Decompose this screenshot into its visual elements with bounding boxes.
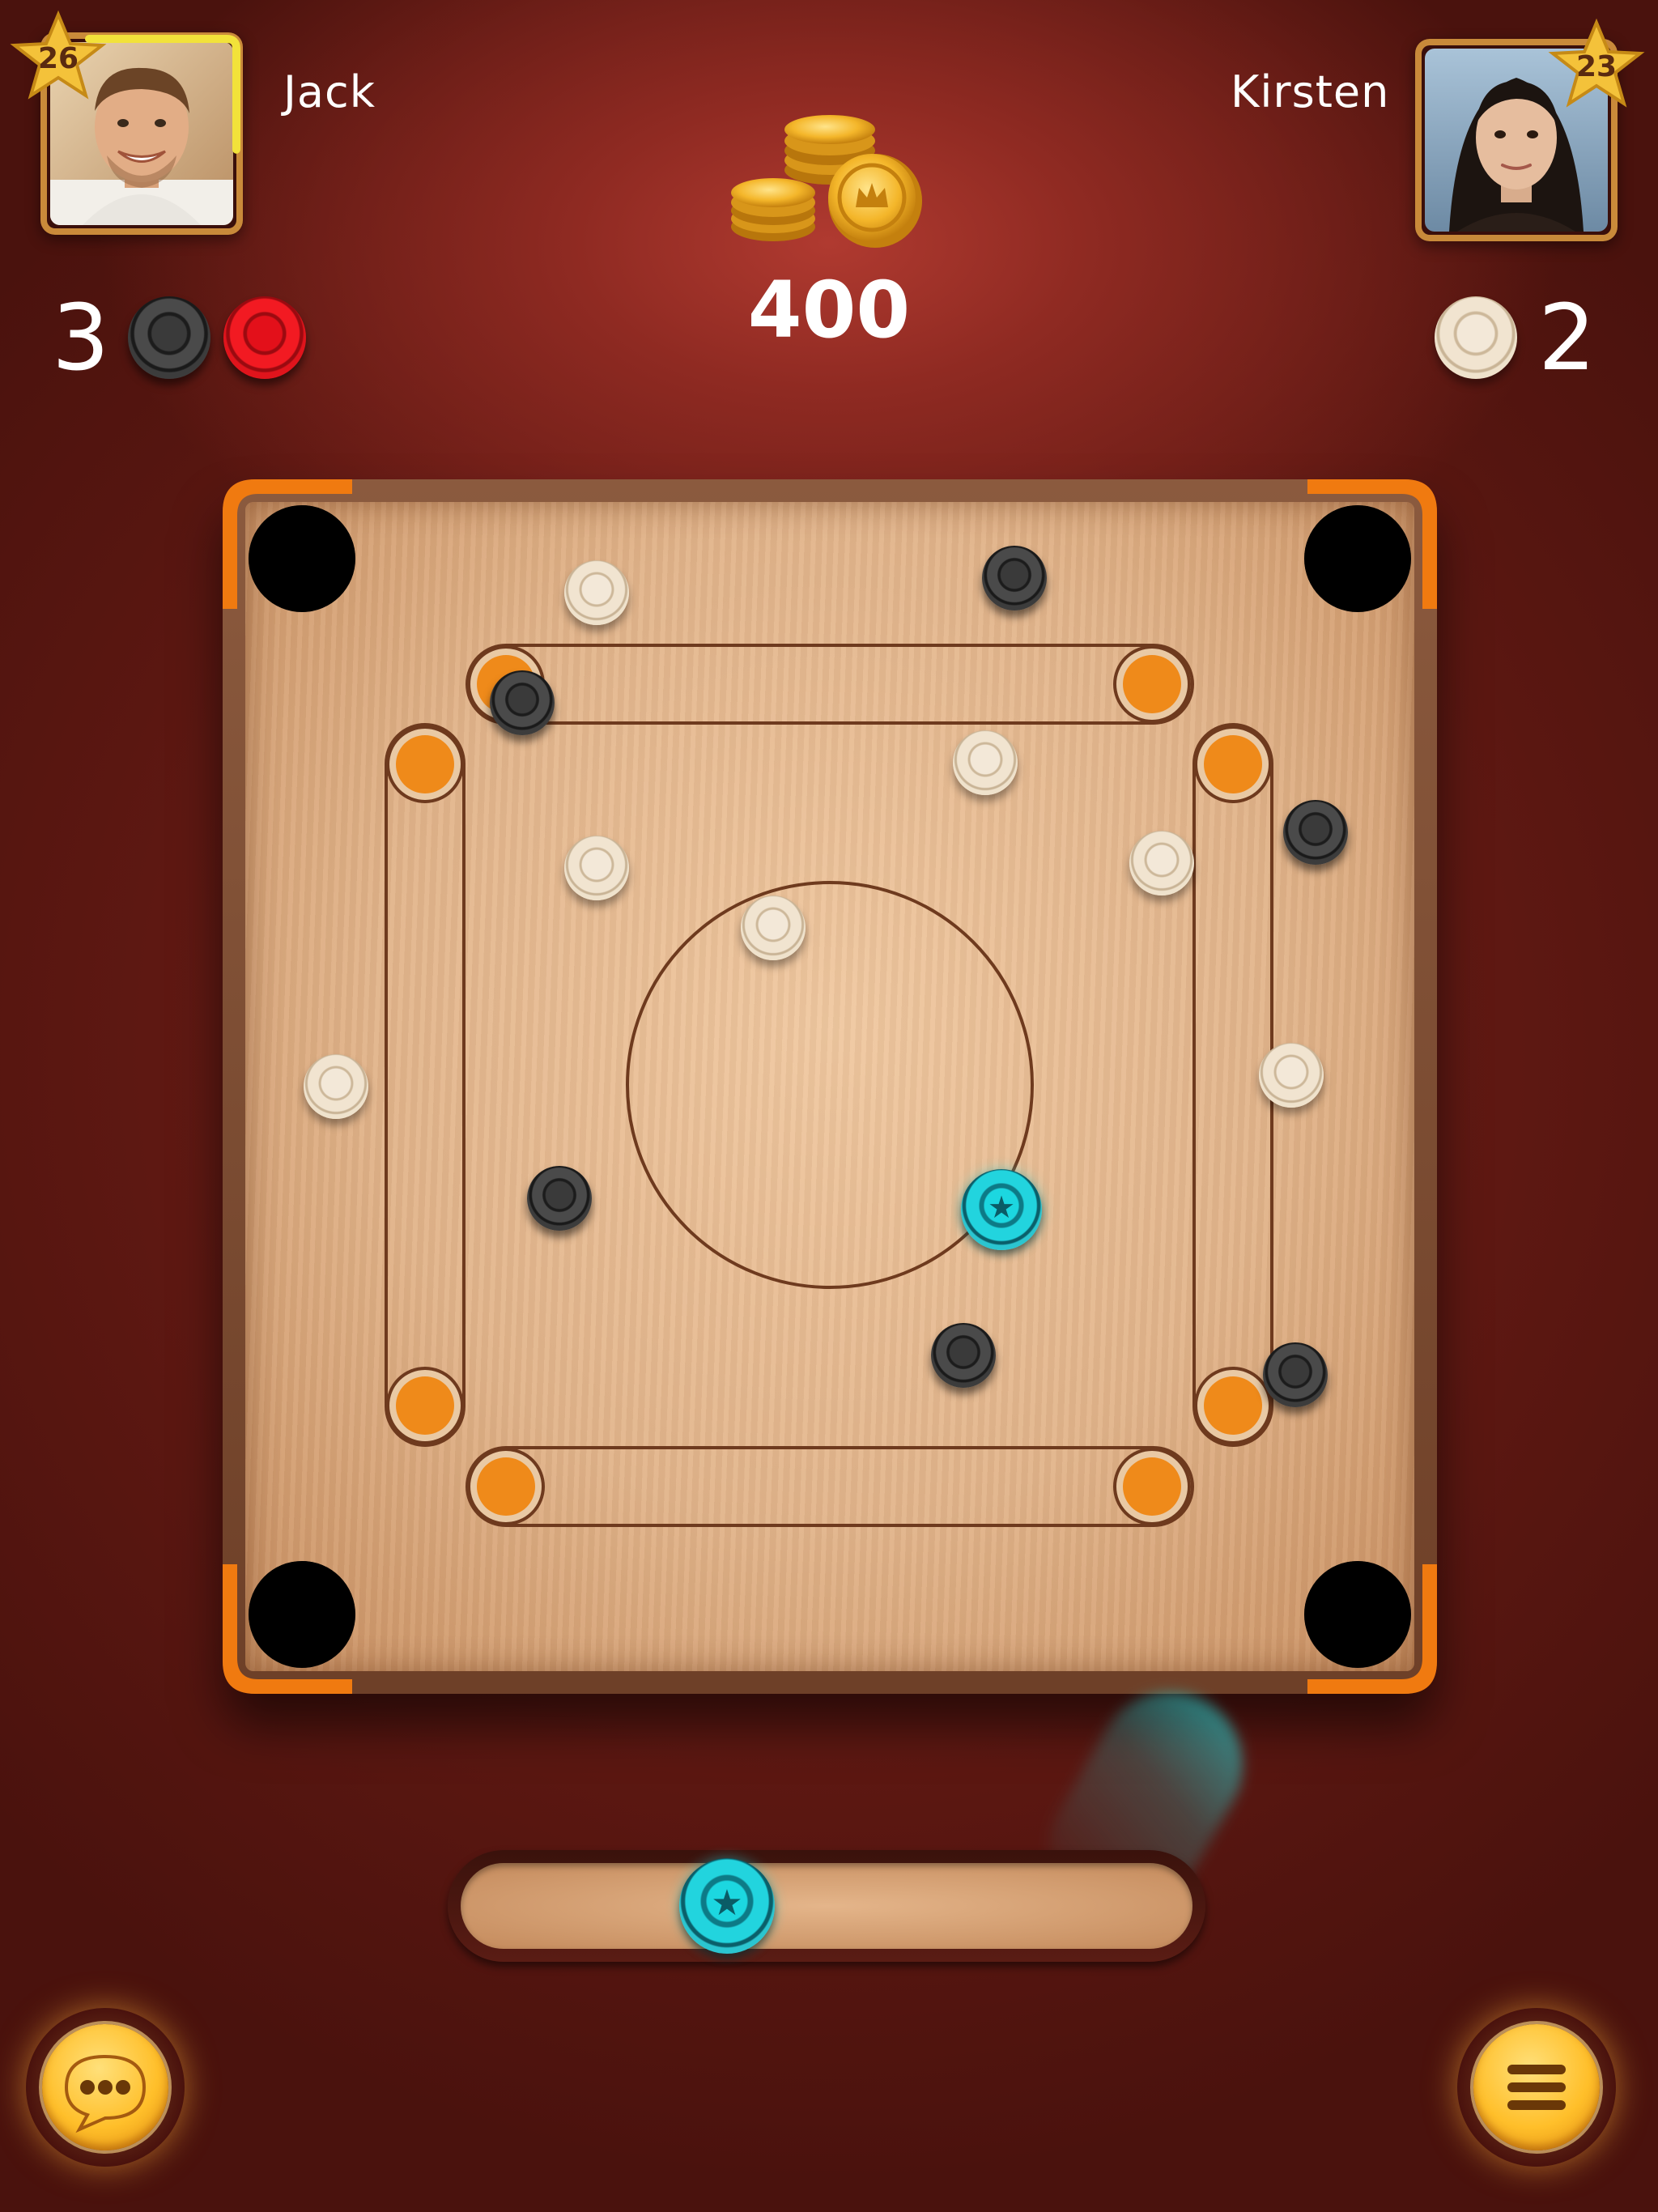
striker[interactable]: ★ [961,1169,1042,1250]
piece-white [564,560,629,625]
piece-white [564,836,629,900]
striker-slider-groove [461,1863,1192,1949]
pocket-bottom-left [249,1561,355,1668]
piece-black [931,1323,996,1388]
piece-black [982,546,1047,610]
piece-black [527,1166,592,1231]
player-left-level: 26 [37,42,79,75]
piece-black [1283,800,1348,865]
player-left-pocketed-black [128,296,210,379]
player-right-level: 23 [1575,50,1618,83]
player-right-score: 2 [1538,286,1596,391]
hamburger-menu-icon [1507,2065,1566,2110]
pot-value: 400 [747,265,911,355]
striker-star-icon: ★ [987,1189,1016,1225]
chat-button-disc [42,2024,168,2150]
coin-stack-icon [725,97,935,259]
board-markings [385,644,1273,1527]
player-right-level-badge: 23 [1548,18,1645,115]
pocket-top-right [1304,505,1411,612]
menu-button[interactable] [1457,2008,1616,2167]
piece-black [1263,1342,1328,1407]
pocket-top-left [249,505,355,612]
player-left-score: 3 [52,286,110,391]
striker-slider-track[interactable] [448,1850,1205,1962]
player-right-pocketed-white [1435,296,1517,379]
piece-white [741,895,806,960]
carrom-board[interactable]: ★ [223,479,1437,1949]
striker-star-icon: ★ [711,1882,743,1924]
piece-white [1129,831,1194,895]
pocket-bottom-right [1304,1561,1411,1668]
player-left-pocketed-red [223,296,306,379]
player-right-name: Kirsten [1231,66,1390,117]
striker-slider-handle[interactable]: ★ [679,1858,775,1954]
piece-black [490,670,555,735]
piece-white [304,1054,368,1119]
menu-button-disc [1473,2024,1600,2150]
player-left-name: Jack [283,66,376,117]
chat-bubble-icon [64,2054,147,2133]
piece-white [953,730,1018,795]
player-left-level-badge: 26 [10,10,107,107]
chat-button[interactable] [26,2008,185,2167]
piece-white [1259,1043,1324,1108]
